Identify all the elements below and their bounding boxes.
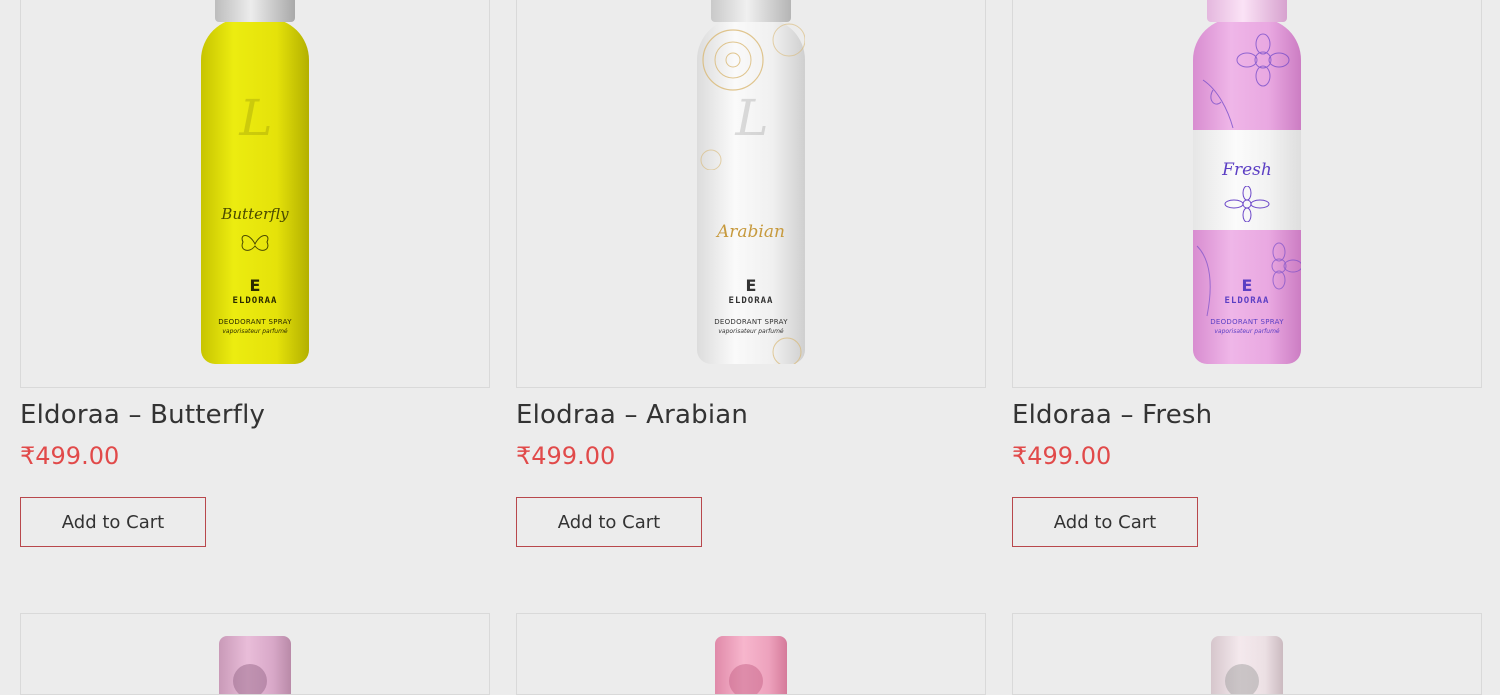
product-card: L Arabian E ELDORAA DEODORANT SPRAY vapo… (516, 0, 986, 547)
brand-logo-letter: E (249, 276, 261, 295)
product-image[interactable]: L Arabian E ELDORAA DEODORANT SPRAY vapo… (516, 0, 986, 388)
add-to-cart-button[interactable]: Add to Cart (20, 497, 206, 547)
product-card (516, 613, 986, 695)
deodorant-bottle-image: L Arabian E ELDORAA DEODORANT SPRAY vapo… (697, 0, 805, 364)
bottle-type-label: DEODORANT SPRAY (1210, 318, 1284, 326)
bottle-brand-label: ELDORAA (1224, 296, 1270, 306)
flower-icon (1224, 186, 1270, 222)
bottle-type-label: DEODORANT SPRAY (218, 318, 292, 326)
product-price: ₹499.00 (1012, 442, 1112, 470)
product-title[interactable]: Eldoraa – Fresh (1012, 400, 1212, 430)
bottle-type-label: DEODORANT SPRAY (714, 318, 788, 326)
deodorant-bottle-image: Fresh E ELDORAA DEODORANT SPRAY vaporisa… (1193, 0, 1301, 364)
bottle-scent-label: Arabian (717, 222, 785, 242)
flower-pattern-icon (1202, 33, 1290, 129)
bottle-scent-label: Butterfly (221, 205, 289, 223)
product-card: L Butterfly E ELDORAA DEODORANT SPRAY va… (20, 0, 490, 547)
bottle-scent-label: Fresh (1222, 160, 1272, 180)
bottle-brand-label: ELDORAA (232, 296, 278, 306)
bottle-brand-label: ELDORAA (728, 296, 774, 306)
product-title[interactable]: Eldoraa – Butterfly (20, 400, 265, 430)
deodorant-bottle-image: L Butterfly E ELDORAA DEODORANT SPRAY va… (201, 0, 309, 364)
product-card (1012, 613, 1482, 695)
brand-logo-letter: E (745, 276, 757, 295)
product-image[interactable]: Fresh E ELDORAA DEODORANT SPRAY vaporisa… (1012, 0, 1482, 388)
brand-logo-letter: E (1241, 276, 1253, 295)
product-image[interactable] (516, 613, 986, 695)
product-title[interactable]: Elodraa – Arabian (516, 400, 748, 430)
mandala-pattern-icon (772, 337, 802, 364)
product-price: ₹499.00 (516, 442, 616, 470)
butterfly-icon (241, 235, 269, 251)
add-to-cart-button[interactable]: Add to Cart (1012, 497, 1198, 547)
bottle-sub-label: vaporisateur parfumé (222, 328, 288, 335)
add-to-cart-button[interactable]: Add to Cart (516, 497, 702, 547)
bottle-sub-label: vaporisateur parfumé (1214, 328, 1280, 335)
product-image[interactable] (20, 613, 490, 695)
product-image[interactable] (1012, 613, 1482, 695)
product-card (20, 613, 490, 695)
product-card: Fresh E ELDORAA DEODORANT SPRAY vaporisa… (1012, 0, 1482, 547)
product-image[interactable]: L Butterfly E ELDORAA DEODORANT SPRAY va… (20, 0, 490, 388)
product-price: ₹499.00 (20, 442, 120, 470)
